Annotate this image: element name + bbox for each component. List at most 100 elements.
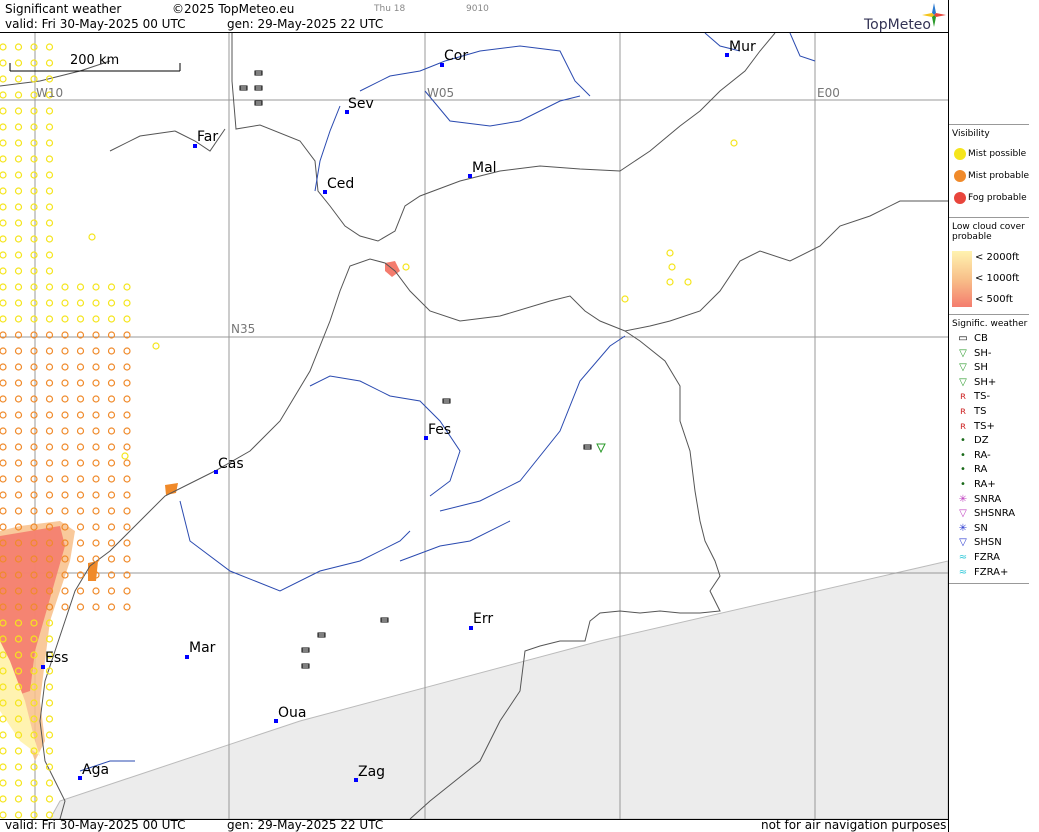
mist-symbol <box>30 59 38 67</box>
city-oua: Oua <box>278 705 307 721</box>
mist-symbol <box>107 539 116 547</box>
legend-sigwx-sh-minusplus: ▽ SH+ <box>952 377 996 389</box>
mist-symbol <box>45 427 54 435</box>
low-cloud-gradient <box>952 251 972 307</box>
mist-symbol <box>92 491 100 499</box>
mist-symbol <box>123 523 131 531</box>
mist-symbol <box>14 187 23 195</box>
mist-symbol <box>61 283 69 291</box>
mist-symbol <box>76 315 85 323</box>
mist-symbol <box>107 347 116 355</box>
mist-symbol <box>76 491 85 499</box>
mist-symbol <box>14 379 23 387</box>
mist-symbol <box>45 491 54 499</box>
mist-symbol <box>61 459 69 467</box>
mist-symbol <box>76 427 85 435</box>
mist-symbol <box>0 187 7 195</box>
footer-valid-time: valid: Fri 30-May-2025 00 UTC <box>5 818 186 832</box>
mist-symbol <box>76 587 85 595</box>
mist-symbol <box>30 299 38 307</box>
mist-symbol <box>0 59 7 67</box>
legend-mist-possible: Mist possible <box>952 147 1026 161</box>
mist-symbol <box>45 267 54 275</box>
mist-symbol <box>30 379 38 387</box>
mist-symbol <box>123 411 131 419</box>
sigwx-chart: Significant weather ©2025 TopMeteo.eu Th… <box>0 0 1039 832</box>
mist-symbol <box>45 347 54 355</box>
mist-symbol <box>30 283 38 291</box>
mist-symbol <box>107 299 116 307</box>
legend-sigwx-sn: ✳ SN <box>952 523 988 535</box>
mist-symbol <box>0 235 7 243</box>
mist-symbol <box>0 171 7 179</box>
mist-symbol <box>123 363 131 371</box>
mist-symbol <box>684 278 692 286</box>
mist-symbol <box>0 395 7 403</box>
mist-symbol <box>61 395 69 403</box>
mist-symbol <box>0 491 7 499</box>
sigwx-fzra-icon: ≈ <box>958 566 968 578</box>
legend-sigwx-title: Signific. weather <box>952 319 1028 329</box>
mist-symbol <box>76 395 85 403</box>
mist-symbol <box>0 283 7 291</box>
mist-symbol <box>621 295 629 303</box>
mist-symbol <box>30 347 38 355</box>
shower-symbol <box>596 443 606 454</box>
mist-symbol <box>14 171 23 179</box>
city-ess: Ess <box>45 650 69 666</box>
sigwx-shsn-icon: ▽ <box>959 537 967 549</box>
mist-symbol <box>0 107 7 115</box>
mist-symbol <box>668 263 676 271</box>
mist-symbol <box>76 459 85 467</box>
mist-symbol <box>30 235 38 243</box>
mist-symbol <box>14 267 23 275</box>
mist-symbol <box>30 203 38 211</box>
mist-symbol <box>92 523 100 531</box>
sigwx-sh-icon: ▽ <box>959 362 967 374</box>
legend-sigwx-ra-minus: • RA- <box>952 450 991 462</box>
mist-symbol <box>45 795 54 803</box>
mist-symbol <box>14 459 23 467</box>
legend-sigwx-ts: ʀ TS <box>952 406 987 418</box>
mist-symbol <box>0 43 7 51</box>
mist-symbol <box>107 363 116 371</box>
mist-symbol <box>45 171 54 179</box>
legend-sigwx-ts-minus: ʀ TS- <box>952 391 990 403</box>
sigwx-dz-icon: • <box>960 435 966 447</box>
legend-sigwx-sh-minus: ▽ SH- <box>952 348 991 360</box>
mist-symbol <box>30 395 38 403</box>
legend-sigwx-shsn: ▽ SHSN <box>952 537 1002 549</box>
mist-symbol <box>107 587 116 595</box>
mist-possible-icon <box>954 148 966 160</box>
mist-symbol <box>0 75 7 83</box>
mist-symbol <box>0 795 7 803</box>
mist-symbol <box>76 299 85 307</box>
mist-symbol <box>14 747 23 755</box>
sigwx-fzra-icon: ≈ <box>958 552 968 563</box>
mist-symbol <box>30 43 38 51</box>
mist-symbol <box>0 219 7 227</box>
mist-symbol <box>123 427 131 435</box>
mist-symbol <box>61 379 69 387</box>
mist-symbol <box>45 699 54 707</box>
mist-symbol <box>730 139 738 147</box>
mist-symbol <box>0 91 7 99</box>
mist-symbol <box>123 347 131 355</box>
mist-symbol <box>123 603 131 611</box>
grid-label-w05: W05 <box>427 86 455 100</box>
mist-symbol <box>45 123 54 131</box>
mist-symbol <box>76 523 85 531</box>
mist-symbol <box>0 747 7 755</box>
mist-symbol <box>30 443 38 451</box>
copyright: ©2025 TopMeteo.eu <box>172 2 295 16</box>
mist-symbol <box>123 443 131 451</box>
mist-symbol <box>14 283 23 291</box>
mist-symbol <box>14 491 23 499</box>
mist-symbol <box>92 363 100 371</box>
faint-code-label: 9010 <box>466 4 489 14</box>
mist-symbol <box>14 779 23 787</box>
mist-symbol <box>123 587 131 595</box>
chart-title: Significant weather <box>5 2 122 16</box>
sigwx-ra-icon: • <box>960 464 966 476</box>
mist-symbol <box>76 379 85 387</box>
